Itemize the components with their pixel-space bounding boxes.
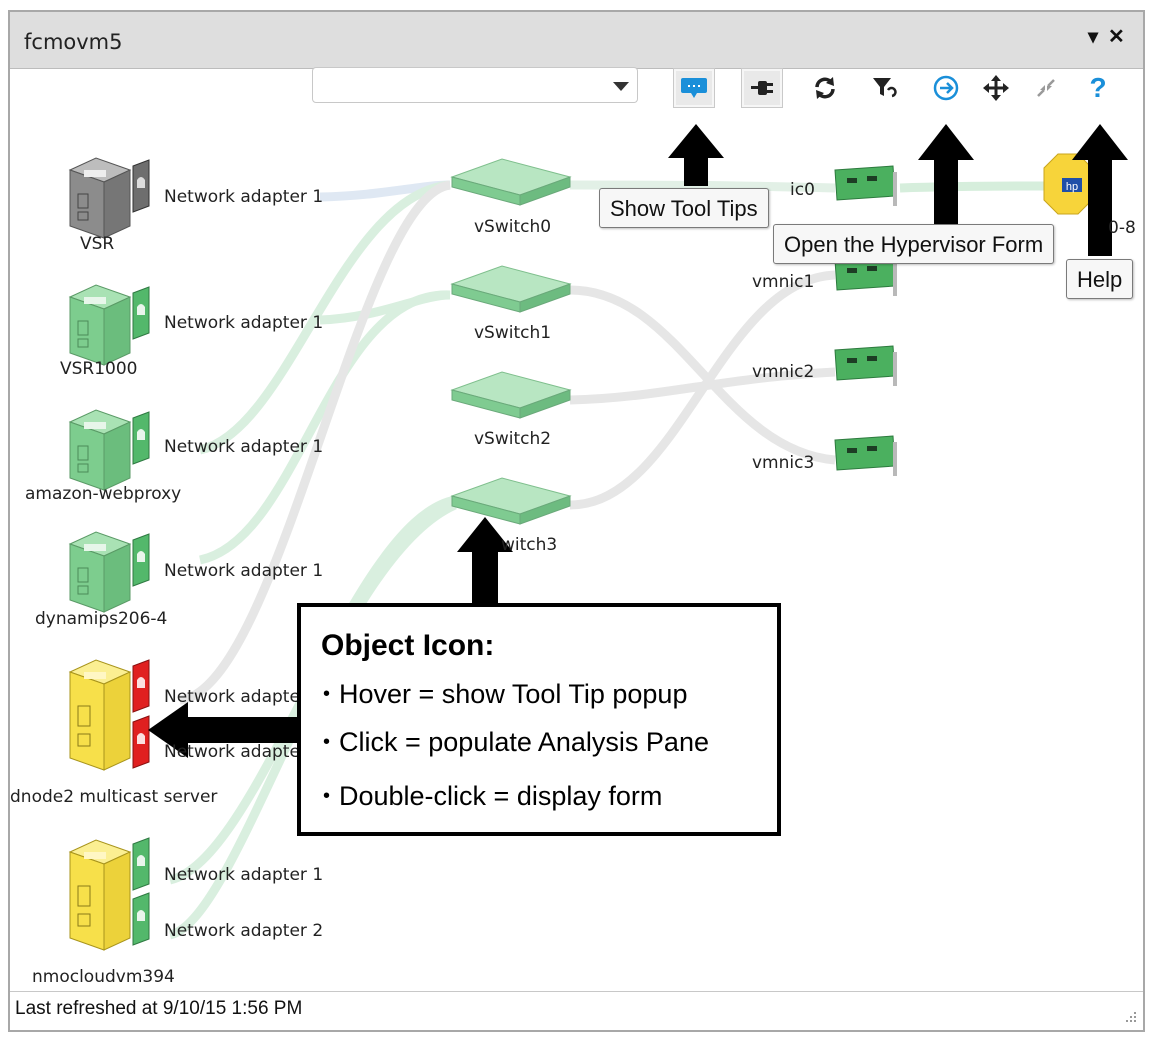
adapter-label: Network adapter 1 (164, 865, 324, 885)
nic-label: vmnic2 (752, 362, 815, 382)
adapter-label: Network adapter 1 (164, 561, 324, 581)
switch-label: vSwitch2 (474, 429, 552, 449)
callout-title: Object Icon: (321, 629, 495, 662)
arrow-up-icon (668, 124, 724, 186)
switch-label: vSwitch1 (474, 323, 552, 343)
vm-icon-dnode2-multicast-server[interactable] (69, 659, 150, 771)
hypervisor-host-icon[interactable]: hp (1043, 153, 1093, 215)
arrow-up-icon (457, 517, 513, 606)
nic-label: vmnic3 (752, 453, 815, 473)
vm-label: nmocloudvm394 (32, 967, 175, 987)
vm-label: VSR1000 (60, 359, 138, 379)
vm-label: dnode2 multicast server (10, 787, 218, 807)
nic-label: ic0 (790, 180, 815, 200)
object-icon-callout: Object Icon: Hover = show Tool Tip popup… (297, 603, 781, 836)
vm-label: VSR (80, 234, 115, 254)
nic-icon-vmnic3[interactable] (834, 435, 898, 477)
adapter-label: Network adapte (164, 687, 300, 707)
callout-item: Hover = show Tool Tip popup (323, 679, 687, 710)
vm-icon-dynamips206-4[interactable] (69, 531, 150, 613)
vm-icon-vsr1000[interactable] (69, 284, 150, 366)
tooltip-show-tool-tips: Show Tool Tips (599, 188, 769, 228)
callout-item: Double-click = display form (323, 781, 662, 812)
vm-icon-nmocloudvm394[interactable] (69, 837, 150, 951)
vm-label: dynamips206-4 (35, 609, 168, 629)
switch-icon-vswitch3[interactable] (451, 477, 571, 525)
tooltip-open-hypervisor-form: Open the Hypervisor Form (773, 224, 1055, 264)
adapter-label: Network adapter 1 (164, 437, 324, 457)
adapter-label: Network adapter 1 (164, 313, 324, 333)
nic-icon-vmnic2[interactable] (834, 345, 898, 387)
vm-icon-vsr[interactable] (69, 157, 150, 239)
nic-label: vmnic1 (752, 272, 815, 292)
callout-item: Click = populate Analysis Pane (323, 727, 709, 758)
adapter-label: Network adapte (164, 742, 300, 762)
nic-icon-vmnic0[interactable] (834, 165, 898, 207)
arrow-up-icon (918, 124, 974, 224)
switch-label: vSwitch0 (474, 217, 552, 237)
adapter-label: Network adapter 2 (164, 921, 324, 941)
vm-label: amazon-webproxy (25, 484, 182, 504)
tooltip-help: Help (1066, 259, 1134, 299)
switch-label: witch3 (501, 535, 558, 555)
switch-icon-vswitch1[interactable] (451, 265, 571, 313)
adapter-label: Network adapter 1 (164, 187, 324, 207)
vm-icon-amazon-webproxy[interactable] (69, 409, 150, 491)
switch-icon-vswitch2[interactable] (451, 371, 571, 419)
svg-text:hp: hp (1066, 181, 1078, 193)
host-label: 0-8 (1108, 218, 1136, 238)
switch-icon-vswitch0[interactable] (451, 158, 571, 206)
